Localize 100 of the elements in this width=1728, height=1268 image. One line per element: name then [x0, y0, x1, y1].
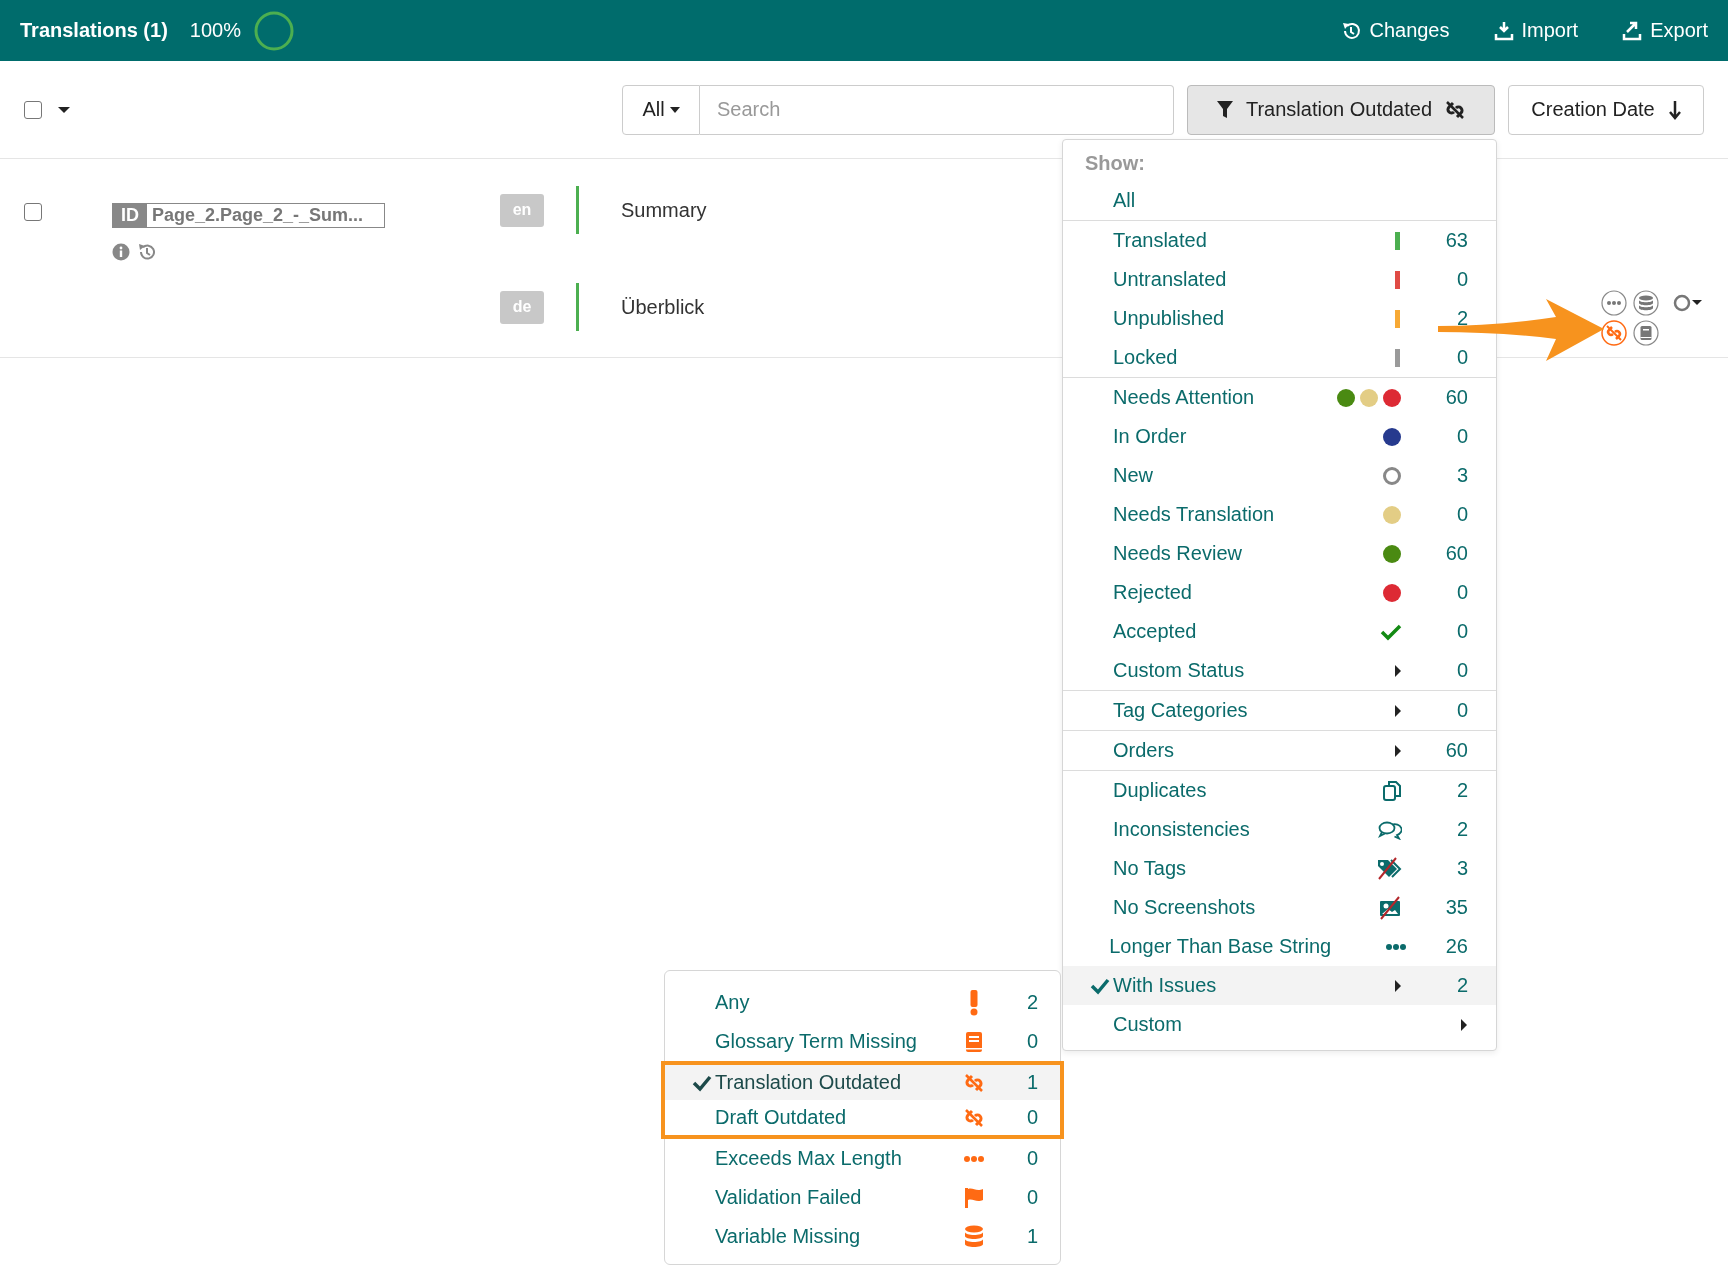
menu-item-label: All	[1113, 189, 1137, 212]
page-title: Translations (1)	[20, 19, 168, 42]
count-text: 60	[1444, 542, 1469, 565]
menu-item[interactable]: Any 2	[662, 983, 1063, 1022]
info-icon[interactable]	[112, 243, 130, 261]
menu-item[interactable]: Accepted 0	[1063, 612, 1496, 651]
menu-item[interactable]: Translation Outdated 1	[661, 1061, 1064, 1100]
count-text: 0	[1455, 699, 1469, 722]
menu-item-label: New	[1113, 464, 1154, 487]
caret-icon	[1394, 703, 1402, 718]
search-field[interactable]: Search	[700, 84, 1174, 135]
caret-icon	[1394, 978, 1402, 993]
menu-item-label: Glossary Term Missing	[715, 1030, 918, 1053]
header-action-button[interactable]: Import	[1493, 19, 1579, 42]
scope-dropdown[interactable]: All	[622, 84, 700, 135]
broken-link-icon[interactable]	[1444, 98, 1466, 121]
menu-item-label: With Issues	[1113, 974, 1218, 997]
count-text: 0	[1025, 1030, 1039, 1053]
menu-item[interactable]: Custom Status 0	[1063, 651, 1496, 690]
history-icon[interactable]	[138, 243, 156, 261]
count-text: 0	[1455, 346, 1469, 369]
count-text: 1	[1025, 1225, 1039, 1248]
menu-item-label: Orders	[1113, 739, 1176, 762]
count-text: 3	[1455, 857, 1469, 880]
ellipsis-circle-icon[interactable]	[1601, 290, 1627, 316]
select-all-checkbox[interactable]	[24, 100, 42, 119]
caret-icon	[669, 106, 680, 113]
sort-button[interactable]: Creation Date	[1508, 84, 1704, 135]
book-icon	[965, 1030, 983, 1053]
menu-item[interactable]: Untranslated 0	[1063, 260, 1496, 299]
menu-item-label: Translated	[1113, 229, 1208, 252]
header-action-button[interactable]: Export	[1622, 19, 1708, 42]
menu-item-label: Translation Outdated	[715, 1071, 903, 1094]
menu-item-label: Variable Missing	[715, 1225, 862, 1248]
menu-item-label: Needs Review	[1113, 542, 1243, 565]
count-text: 1	[1025, 1071, 1039, 1094]
book-circle-icon[interactable]	[1633, 320, 1659, 346]
exclamation-icon	[969, 989, 979, 1016]
import-icon	[1493, 20, 1514, 41]
menu-item[interactable]: Variable Missing 1	[662, 1217, 1063, 1256]
flag-icon	[963, 1186, 985, 1209]
row-checkbox[interactable]	[24, 203, 42, 221]
menu-item-label: Inconsistencies	[1113, 818, 1251, 841]
menu-item[interactable]: All	[1063, 181, 1496, 220]
menu-item[interactable]: Needs Review 60	[1063, 534, 1496, 573]
export-icon	[1622, 20, 1643, 41]
menu-item-label: Custom	[1113, 1013, 1183, 1036]
menu-item[interactable]: Inconsistencies 2	[1063, 810, 1496, 849]
menu-item[interactable]: No Tags 3	[1063, 849, 1496, 888]
menu-item[interactable]: Orders 60	[1063, 731, 1496, 770]
count-text: 2	[1455, 974, 1469, 997]
checkmark-icon	[692, 1073, 712, 1092]
menu-item[interactable]: Longer Than Base String 26	[1063, 927, 1496, 966]
menu-item-label: Accepted	[1113, 620, 1198, 643]
history-icon	[1341, 20, 1362, 41]
menu-item[interactable]: With Issues 2	[1063, 966, 1496, 1005]
menu-item[interactable]: Rejected 0	[1063, 573, 1496, 612]
menu-item-label: Duplicates	[1113, 779, 1208, 802]
filter-button[interactable]: Translation Outdated	[1187, 84, 1495, 135]
menu-item[interactable]: New 3	[1063, 456, 1496, 495]
menu-item[interactable]: No Screenshots 35	[1063, 888, 1496, 927]
menu-item[interactable]: Unpublished 2	[1063, 299, 1496, 338]
count-text: 2	[1455, 779, 1469, 802]
crossed-image-icon	[1378, 895, 1402, 920]
menu-item[interactable]: Translated 63	[1063, 221, 1496, 260]
database-icon	[964, 1224, 984, 1249]
menu-item[interactable]: Validation Failed 0	[662, 1178, 1063, 1217]
status-dropdown-icon[interactable]	[1673, 293, 1705, 313]
menu-item[interactable]: Exceeds Max Length 0	[662, 1139, 1063, 1178]
count-text: 2	[1025, 991, 1039, 1014]
count-text: 2	[1455, 818, 1469, 841]
count-text: 0	[1455, 620, 1469, 643]
database-circle-icon[interactable]	[1633, 290, 1659, 316]
menu-item[interactable]: Locked 0	[1063, 338, 1496, 377]
menu-item[interactable]: Needs Translation 0	[1063, 495, 1496, 534]
checkmark-icon	[1090, 976, 1110, 995]
count-text: 0	[1025, 1186, 1039, 1209]
ellipsis-icon	[1384, 942, 1407, 951]
menu-item-label: No Screenshots	[1113, 896, 1257, 919]
menu-item-label: In Order	[1113, 425, 1188, 448]
menu-item-label: Tag Categories	[1113, 699, 1249, 722]
speech-bubbles-icon	[1378, 819, 1402, 840]
menu-item[interactable]: In Order 0	[1063, 417, 1496, 456]
menu-item[interactable]: Draft Outdated 0	[661, 1100, 1064, 1139]
header-action-button[interactable]: Changes	[1341, 19, 1450, 42]
count-text: 26	[1444, 935, 1469, 958]
broken-link-icon	[963, 1071, 985, 1094]
count-text: 63	[1444, 229, 1469, 252]
menu-item-label: Any	[715, 991, 751, 1014]
menu-item[interactable]: Custom	[1063, 1005, 1496, 1044]
menu-item[interactable]: Glossary Term Missing 0	[662, 1022, 1063, 1061]
menu-item[interactable]: Tag Categories 0	[1063, 691, 1496, 730]
broken-link-icon	[963, 1106, 985, 1129]
caret-icon[interactable]	[58, 105, 70, 114]
count-text: 0	[1455, 268, 1469, 291]
progress-text: 100%	[189, 19, 241, 42]
menu-item[interactable]: Duplicates 2	[1063, 771, 1496, 810]
menu-item[interactable]: Needs Attention 60	[1063, 378, 1496, 417]
caret-icon	[1460, 1017, 1468, 1032]
broken-link-circle-icon[interactable]	[1601, 320, 1627, 346]
